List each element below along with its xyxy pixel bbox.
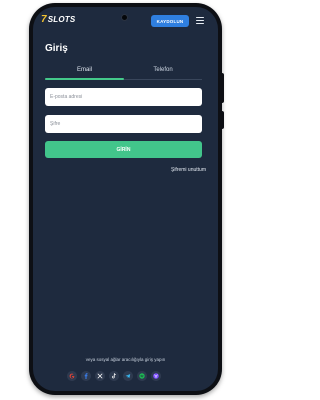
login-button[interactable]: GİRİN: [45, 141, 202, 158]
logo-text: SLOTS: [47, 15, 76, 24]
page-title: Giriş: [45, 43, 68, 54]
email-field[interactable]: [45, 88, 202, 106]
spotify-icon[interactable]: [137, 371, 147, 381]
yahoo-icon[interactable]: [151, 371, 161, 381]
facebook-icon[interactable]: [81, 371, 91, 381]
power-button: [221, 111, 224, 129]
tab-email[interactable]: Email: [45, 67, 124, 73]
social-login-text: veya sosyal ağlar aracılığıyla giriş yap…: [85, 357, 166, 362]
app-screen: 7 SLOTS KAYDOLUN Giriş Email Telefon GİR…: [33, 7, 218, 391]
volume-button: [221, 73, 224, 103]
telegram-icon[interactable]: [123, 371, 133, 381]
hamburger-menu-icon[interactable]: [196, 17, 204, 25]
tiktok-icon[interactable]: [109, 371, 119, 381]
forgot-password-link[interactable]: Şifremi unuttum: [171, 167, 206, 173]
tab-phone[interactable]: Telefon: [124, 67, 202, 73]
password-field[interactable]: [45, 115, 202, 133]
signup-button[interactable]: KAYDOLUN: [151, 15, 189, 27]
social-login-icons: [67, 371, 161, 381]
x-icon[interactable]: [95, 371, 105, 381]
phone-frame: 7 SLOTS KAYDOLUN Giriş Email Telefon GİR…: [29, 3, 224, 395]
front-camera: [121, 14, 128, 21]
google-icon[interactable]: [67, 371, 77, 381]
logo-number: 7: [41, 14, 47, 25]
app-logo[interactable]: 7 SLOTS: [41, 14, 75, 25]
tab-active-indicator: [45, 78, 124, 80]
